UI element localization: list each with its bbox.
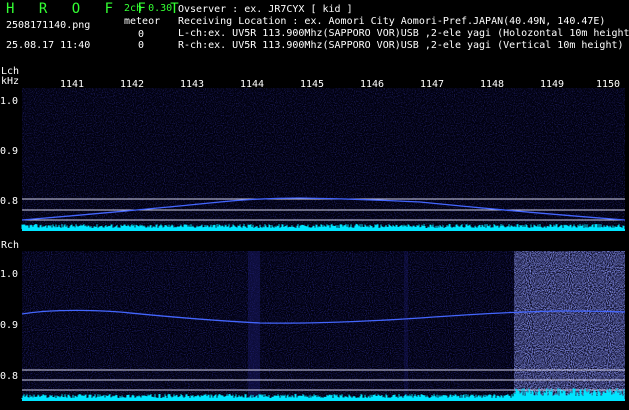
lch-spectrogram-panel (21, 88, 626, 231)
rch-spectrogram-panel (21, 251, 626, 401)
rch-interference-column (248, 251, 260, 401)
rch-interference-column (404, 251, 408, 401)
rch-interference-block (514, 251, 625, 401)
spectrogram-canvas (21, 88, 626, 401)
